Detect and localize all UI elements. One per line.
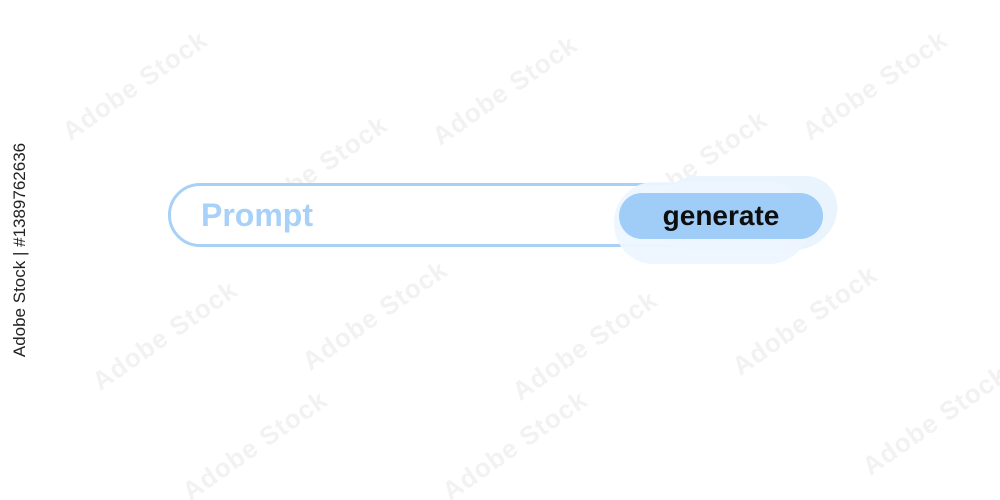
generate-button[interactable]: generate	[619, 193, 823, 239]
watermark-text: Adobe Stock	[436, 384, 593, 500]
watermark-text: Adobe Stock	[176, 384, 333, 500]
watermark-text: Adobe Stock	[506, 284, 663, 407]
watermark-text: Adobe Stock	[856, 359, 1000, 482]
watermark-text: Adobe Stock	[296, 254, 453, 377]
watermark-text: Adobe Stock	[796, 24, 953, 147]
watermark-text: Adobe Stock	[726, 259, 883, 382]
canvas: Adobe Stock Adobe Stock Adobe Stock Adob…	[0, 0, 1000, 500]
watermark-text: Adobe Stock	[426, 29, 583, 152]
watermark-text: Adobe Stock	[86, 274, 243, 397]
prompt-input[interactable]: Prompt	[201, 199, 313, 231]
watermark-text: Adobe Stock	[56, 24, 213, 147]
prompt-bar: Prompt generate	[168, 176, 843, 264]
side-id: Adobe Stock | #1389762636	[10, 142, 29, 358]
watermark-layer: Adobe Stock Adobe Stock Adobe Stock Adob…	[0, 0, 1000, 500]
